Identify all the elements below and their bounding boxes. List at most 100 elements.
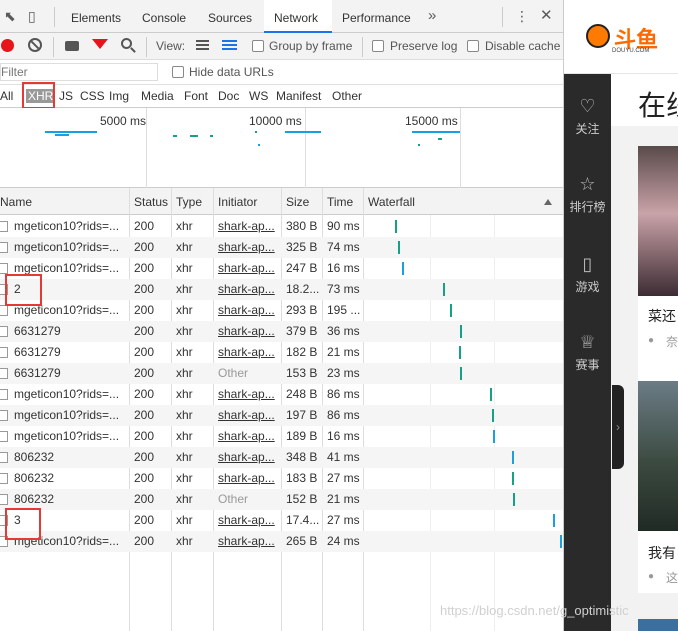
type-doc[interactable]: Doc	[218, 89, 239, 103]
cell-name[interactable]: 806232	[14, 492, 128, 506]
sidebar-item-label: 游戏	[575, 280, 600, 294]
type-ws[interactable]: WS	[249, 89, 268, 103]
column-initiator[interactable]: Initiator	[218, 195, 257, 209]
toolbar-divider	[53, 37, 54, 57]
table-row[interactable]: mgeticon10?rids=... 200 xhr shark-ap... 265 …	[0, 531, 563, 552]
cell-initiator[interactable]: shark-ap...	[218, 450, 280, 464]
view-label: View:	[156, 39, 186, 53]
tab-network[interactable]: Network	[264, 0, 332, 33]
cell-name[interactable]: 806232	[14, 450, 128, 464]
cell-initiator[interactable]: shark-ap...	[218, 219, 280, 233]
disable-cache-checkbox[interactable]	[467, 40, 479, 52]
cell-initiator[interactable]: shark-ap...	[218, 303, 280, 317]
sort-triangle-icon[interactable]	[544, 199, 552, 205]
record-icon[interactable]	[1, 39, 14, 52]
cell-initiator[interactable]: shark-ap...	[218, 261, 280, 275]
cell-name[interactable]: mgeticon10?rids=...	[14, 387, 128, 401]
more-tabs-icon[interactable]: »	[428, 8, 436, 24]
type-manifest[interactable]: Manifest	[276, 89, 321, 103]
table-row[interactable]: mgeticon10?rids=... 200 xhr shark-ap... 189 …	[0, 426, 563, 447]
tab-performance[interactable]: Performance	[342, 0, 411, 33]
table-row[interactable]: 806232 200 xhr Other 152 B 21 ms	[0, 489, 563, 510]
cell-initiator[interactable]: shark-ap...	[218, 513, 280, 527]
cell-name[interactable]: mgeticon10?rids=...	[14, 429, 128, 443]
cell-initiator[interactable]: shark-ap...	[218, 429, 280, 443]
tab-sources[interactable]: Sources	[208, 0, 252, 33]
hide-data-urls-checkbox[interactable]	[172, 66, 184, 78]
waterfall-view-icon[interactable]	[222, 40, 237, 51]
cell-name[interactable]: mgeticon10?rids=...	[14, 219, 128, 233]
overview-activity-mark	[45, 131, 97, 133]
cell-time: 36 ms	[327, 324, 360, 338]
device-toolbar-icon[interactable]: ▯	[28, 8, 36, 24]
sidebar-item-follow[interactable]: ♡ 关注	[564, 96, 611, 137]
filter-input[interactable]	[0, 63, 158, 81]
sidebar-expand-tab[interactable]: ›	[612, 385, 624, 469]
cell-name[interactable]: 806232	[14, 471, 128, 485]
waterfall-bar	[450, 304, 452, 317]
cell-initiator[interactable]: shark-ap...	[218, 282, 280, 296]
screenshot-camera-icon[interactable]	[65, 41, 79, 51]
stream-card[interactable]: 我有 ● 这	[638, 381, 678, 593]
type-font[interactable]: Font	[184, 89, 208, 103]
column-time[interactable]: Time	[327, 195, 353, 209]
table-row[interactable]: 2 200 xhr shark-ap... 18.2... 73 ms	[0, 279, 563, 300]
preserve-log-checkbox[interactable]	[372, 40, 384, 52]
cell-initiator[interactable]: Other	[218, 492, 280, 506]
cell-initiator[interactable]: shark-ap...	[218, 345, 280, 359]
cell-name[interactable]: mgeticon10?rids=...	[14, 408, 128, 422]
tab-console[interactable]: Console	[142, 0, 186, 33]
sidebar-item-games[interactable]: ▯ 游戏	[564, 254, 611, 295]
type-media[interactable]: Media	[141, 89, 174, 103]
cell-status: 200	[134, 366, 155, 380]
column-size[interactable]: Size	[286, 195, 309, 209]
cell-name[interactable]: 6631279	[14, 324, 128, 338]
cell-initiator[interactable]: shark-ap...	[218, 534, 280, 548]
column-status[interactable]: Status	[134, 195, 168, 209]
cell-name[interactable]: 6631279	[14, 366, 128, 380]
type-other[interactable]: Other	[332, 89, 362, 103]
cell-initiator[interactable]: Other	[218, 366, 280, 380]
cell-name[interactable]: mgeticon10?rids=...	[14, 240, 128, 254]
cell-initiator[interactable]: shark-ap...	[218, 324, 280, 338]
table-row[interactable]: 3 200 xhr shark-ap... 17.4... 27 ms	[0, 510, 563, 531]
filter-funnel-icon[interactable]	[92, 39, 108, 49]
type-css[interactable]: CSS	[80, 89, 105, 103]
table-row[interactable]: mgeticon10?rids=... 200 xhr shark-ap... 293 …	[0, 300, 563, 321]
overview-tick-label: 15000 ms	[405, 114, 458, 128]
cell-initiator[interactable]: shark-ap...	[218, 240, 280, 254]
table-row[interactable]: mgeticon10?rids=... 200 xhr shark-ap... 248 …	[0, 384, 563, 405]
cell-initiator[interactable]: shark-ap...	[218, 408, 280, 422]
sidebar-item-ranking[interactable]: ☆ 排行榜	[564, 174, 611, 215]
sidebar-item-events[interactable]: ♕ 赛事	[564, 332, 611, 373]
column-name[interactable]: Name	[0, 195, 32, 209]
file-icon	[0, 221, 8, 232]
type-js[interactable]: JS	[59, 89, 73, 103]
table-row[interactable]: mgeticon10?rids=... 200 xhr shark-ap... 197 …	[0, 405, 563, 426]
inspect-element-icon[interactable]: ⬉	[4, 8, 16, 24]
column-waterfall[interactable]: Waterfall	[368, 195, 415, 209]
tab-elements[interactable]: Elements	[71, 0, 121, 33]
table-row[interactable]: 6631279 200 xhr shark-ap... 182 B 21 ms	[0, 342, 563, 363]
cell-name[interactable]: 6631279	[14, 345, 128, 359]
close-icon[interactable]: ✕	[540, 8, 553, 24]
cell-name[interactable]: mgeticon10?rids=...	[14, 261, 128, 275]
kebab-menu-icon[interactable]: ⋮	[515, 8, 529, 24]
cell-initiator[interactable]: shark-ap...	[218, 387, 280, 401]
stream-thumbnail	[638, 619, 678, 631]
table-row[interactable]: 6631279 200 xhr Other 153 B 23 ms	[0, 363, 563, 384]
column-type[interactable]: Type	[176, 195, 202, 209]
table-row[interactable]: 806232 200 xhr shark-ap... 348 B 41 ms	[0, 447, 563, 468]
cell-status: 200	[134, 324, 155, 338]
table-row[interactable]: mgeticon10?rids=... 200 xhr shark-ap... 380 …	[0, 216, 563, 237]
table-row[interactable]: 6631279 200 xhr shark-ap... 379 B 36 ms	[0, 321, 563, 342]
douyu-logo[interactable]: 斗鱼 DOUYU.COM	[586, 22, 666, 58]
table-row[interactable]: 806232 200 xhr shark-ap... 183 B 27 ms	[0, 468, 563, 489]
list-view-icon[interactable]	[196, 40, 209, 51]
group-by-frame-checkbox[interactable]	[252, 40, 264, 52]
table-row[interactable]: mgeticon10?rids=... 200 xhr shark-ap... 325 …	[0, 237, 563, 258]
type-all[interactable]: All	[0, 89, 13, 103]
table-row[interactable]: mgeticon10?rids=... 200 xhr shark-ap... 247 …	[0, 258, 563, 279]
cell-initiator[interactable]: shark-ap...	[218, 471, 280, 485]
type-img[interactable]: Img	[109, 89, 129, 103]
